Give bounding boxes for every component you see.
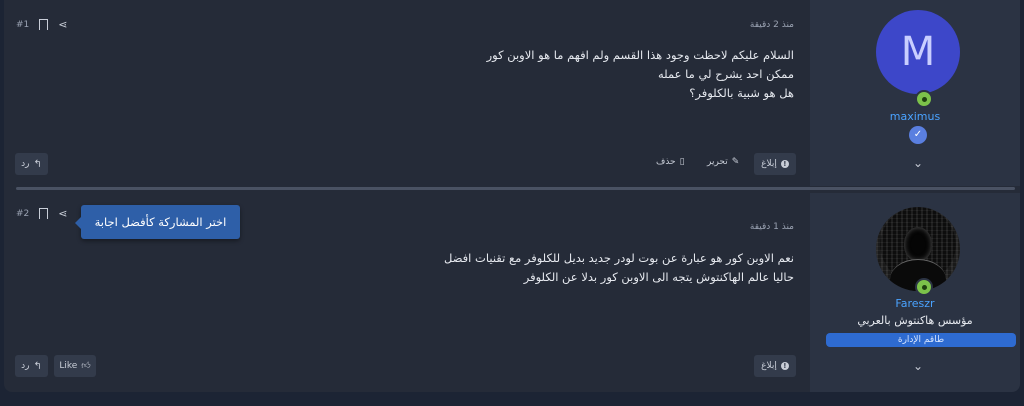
- post-1-main: #1 ⋖ منذ 2 دقيقة السلام عليكم لاحظت وجود…: [4, 0, 810, 186]
- report-icon: !: [780, 362, 789, 370]
- post-line: هل هو شبية بالكلوفر؟: [689, 86, 794, 100]
- post-1: #1 ⋖ منذ 2 دقيقة السلام عليكم لاحظت وجود…: [4, 0, 1020, 186]
- user-badge-icon[interactable]: ✓: [909, 126, 927, 144]
- post-line: نعم الاوبن كور هو عبارة عن بوت لودر جديد…: [443, 251, 794, 265]
- avatar[interactable]: M: [876, 10, 960, 94]
- delete-label: حذف: [656, 157, 676, 167]
- post-body: نعم الاوبن كور هو عبارة عن بوت لودر جديد…: [34, 249, 794, 287]
- thread-panel: #1 ⋖ منذ 2 دقيقة السلام عليكم لاحظت وجود…: [4, 0, 1020, 392]
- report-icon: !: [780, 160, 789, 168]
- like-button[interactable]: Like 👍︎: [54, 355, 96, 377]
- post-line: ممكن احد يشرح لي ما عمله: [658, 67, 794, 81]
- post-1-top-icons: #1 ⋖: [16, 18, 68, 31]
- online-status-icon: [915, 90, 933, 108]
- bookmark-icon[interactable]: [39, 208, 49, 219]
- bookmark-icon[interactable]: [39, 19, 49, 30]
- role-banner: طاقم الإدارة: [826, 333, 1016, 347]
- avatar[interactable]: [876, 207, 960, 291]
- reply-icon: ↰: [33, 158, 42, 170]
- report-button[interactable]: ! إبلاغ: [754, 355, 796, 377]
- avatar-silhouette: [904, 227, 932, 261]
- reply-button[interactable]: ↰ رد: [15, 355, 48, 377]
- reply-label: رد: [21, 159, 30, 169]
- delete-button[interactable]: ▯ حذف: [656, 151, 685, 173]
- post-1-user-column: M maximus ✓ ⌄: [810, 0, 1020, 186]
- share-icon[interactable]: ⋖: [58, 207, 67, 220]
- edit-label: تحرير: [707, 157, 728, 167]
- post-body: السلام عليكم لاحظت وجود هذا القسم ولم اف…: [34, 46, 794, 103]
- like-label: Like: [59, 361, 78, 371]
- post-line: السلام عليكم لاحظت وجود هذا القسم ولم اف…: [486, 48, 794, 62]
- trash-icon: ▯: [679, 157, 685, 167]
- report-label: إبلاغ: [761, 159, 777, 169]
- post-time[interactable]: منذ 1 دقيقة: [750, 222, 794, 232]
- username[interactable]: Fareszr: [810, 297, 1020, 310]
- online-status-icon: [915, 278, 933, 296]
- reply-button[interactable]: ↰ رد: [15, 153, 48, 175]
- post-divider: [16, 187, 1015, 190]
- best-answer-tooltip: اختر المشاركة كأفضل اجابة: [75, 205, 240, 239]
- reply-icon: ↰: [33, 360, 42, 372]
- share-icon[interactable]: ⋖: [58, 18, 67, 31]
- post-number[interactable]: #1: [16, 20, 29, 30]
- edit-button[interactable]: ✎ تحرير: [707, 151, 739, 173]
- chevron-down-icon[interactable]: ⌄: [908, 359, 928, 373]
- report-label: إبلاغ: [761, 361, 777, 371]
- user-title: مؤسس هاكنتوش بالعربي: [857, 314, 973, 327]
- username[interactable]: maximus: [810, 110, 1020, 123]
- post-time[interactable]: منذ 2 دقيقة: [750, 20, 794, 30]
- pencil-icon: ✎: [731, 157, 740, 167]
- chevron-down-icon[interactable]: ⌄: [908, 156, 928, 170]
- post-2-top-icons: #2 ⋖: [16, 207, 68, 220]
- post-number[interactable]: #2: [16, 209, 29, 219]
- reply-label: رد: [21, 361, 30, 371]
- thumbs-up-icon: 👍︎: [81, 361, 91, 371]
- post-line: حاليا عالم الهاكنتوش يتجه الى الاوبن كور…: [523, 270, 794, 284]
- post-2-user-column: Fareszr مؤسس هاكنتوش بالعربي طاقم الإدار…: [810, 193, 1020, 392]
- report-button[interactable]: ! إبلاغ: [754, 153, 796, 175]
